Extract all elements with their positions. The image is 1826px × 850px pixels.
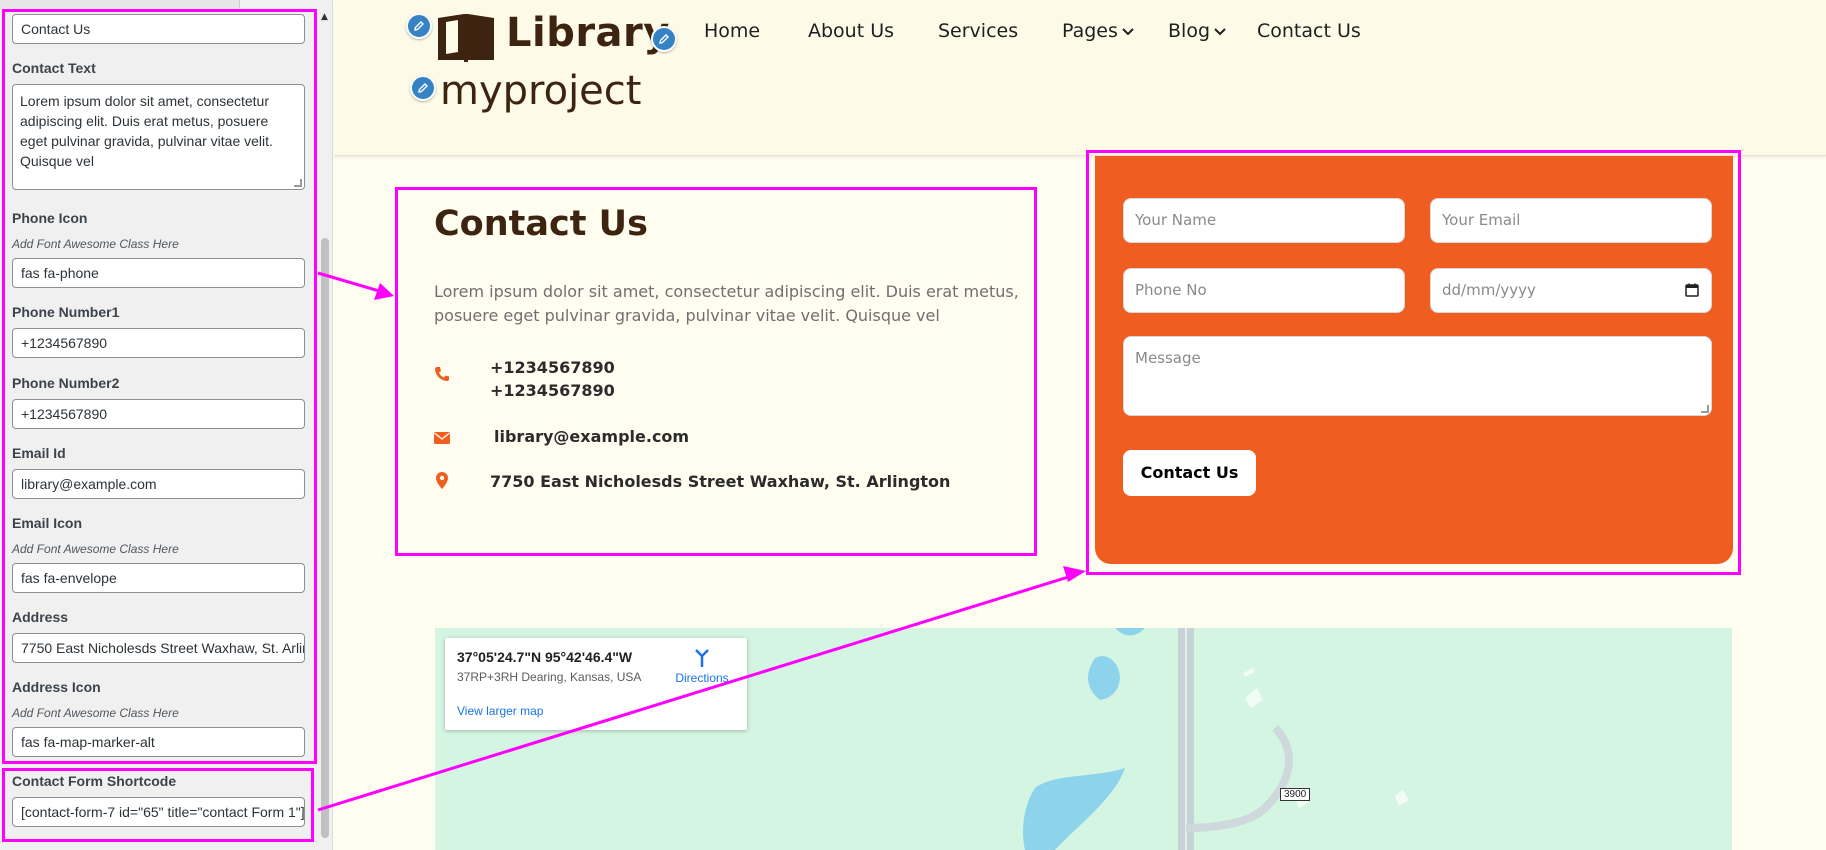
directions-button[interactable]: Directions — [667, 648, 737, 685]
contact-info-section: Contact Us Lorem ipsum dolor sit amet, c… — [396, 190, 1036, 556]
address-input[interactable]: 7750 East Nicholesds Street Waxhaw, St. … — [12, 633, 305, 663]
scroll-up-arrow-icon[interactable]: ▲ — [321, 12, 328, 22]
email-icon-input[interactable]: fas fa-envelope — [12, 563, 305, 593]
name-input[interactable]: Your Name — [1123, 198, 1405, 243]
customizer-panel: Contact Us Contact Text Lorem ipsum dolo… — [0, 0, 333, 850]
directions-icon — [695, 649, 709, 667]
date-input[interactable]: dd/mm/yyyy — [1430, 268, 1712, 313]
address-icon-label: Address Icon — [12, 679, 101, 695]
date-placeholder: dd/mm/yyyy — [1442, 281, 1536, 299]
directions-label: Directions — [675, 671, 729, 685]
chevron-down-icon — [1214, 27, 1226, 35]
contact-text-value: Lorem ipsum dolor sit amet, consectetur … — [20, 93, 273, 169]
contact-title: Contact Us — [434, 204, 648, 244]
phone-input[interactable]: Phone No — [1123, 268, 1405, 313]
shortcode-input[interactable]: [contact-form-7 id="65" title="contact F… — [12, 797, 305, 827]
phone-icon-input[interactable]: fas fa-phone — [12, 258, 305, 288]
nav-blog-label: Blog — [1168, 20, 1210, 42]
shortcode-label: Contact Form Shortcode — [12, 773, 177, 789]
address-icon-help: Add Font Awesome Class Here — [12, 706, 179, 720]
email-input[interactable]: library@example.com — [12, 469, 305, 499]
contact-title-input[interactable]: Contact Us — [12, 14, 305, 44]
panel-top-strip — [0, 0, 240, 8]
resize-handle[interactable] — [294, 179, 302, 187]
phone-icon-label: Phone Icon — [12, 210, 88, 226]
address-icon-input[interactable]: fas fa-map-marker-alt — [12, 727, 305, 757]
nav-about-us[interactable]: About Us — [808, 20, 894, 42]
nav-home[interactable]: Home — [704, 20, 760, 42]
contact-form: Your Name Your Email Phone No dd/mm/yyyy… — [1095, 156, 1733, 564]
nav-services[interactable]: Services — [938, 20, 1018, 42]
address-label: Address — [12, 609, 69, 625]
contact-text-label: Contact Text — [12, 60, 96, 76]
map-marker-icon — [436, 472, 448, 489]
site-header: Library myproject Home About Us Services… — [334, 0, 1826, 156]
contact-text: Lorem ipsum dolor sit amet, consectetur … — [434, 282, 1019, 325]
chevron-down-icon — [1122, 27, 1134, 35]
pencil-icon[interactable] — [406, 13, 432, 39]
message-placeholder: Message — [1135, 349, 1201, 367]
email-icon-help: Add Font Awesome Class Here — [12, 542, 179, 556]
map-address: 37RP+3RH Dearing, Kansas, USA — [457, 670, 642, 684]
address-value: 7750 East Nicholesds Street Waxhaw, St. … — [490, 472, 951, 491]
scroll-thumb[interactable] — [321, 238, 329, 838]
pencil-icon[interactable] — [651, 26, 677, 52]
map-embed[interactable]: 3900 37°05'24.7"N 95°42'46.4"W 37RP+3RH … — [435, 628, 1732, 850]
map-coordinates: 37°05'24.7"N 95°42'46.4"W — [457, 649, 633, 665]
phone-number-1[interactable]: +1234567890 — [490, 358, 615, 377]
email-label: Email Id — [12, 445, 66, 461]
panel-scrollbar[interactable]: ▲ — [318, 0, 332, 850]
site-tagline: myproject — [440, 68, 642, 114]
nav-contact-us[interactable]: Contact Us — [1257, 20, 1361, 42]
phone2-input[interactable]: +1234567890 — [12, 399, 305, 429]
view-larger-map-link[interactable]: View larger map — [457, 704, 543, 718]
phone-icon — [435, 367, 449, 381]
calendar-icon[interactable] — [1685, 283, 1699, 297]
nav-blog[interactable]: Blog — [1168, 20, 1226, 42]
map-info-card: 37°05'24.7"N 95°42'46.4"W 37RP+3RH Deari… — [445, 638, 747, 730]
phone-number-2[interactable]: +1234567890 — [490, 381, 615, 400]
phone-icon-help: Add Font Awesome Class Here — [12, 237, 179, 251]
message-textarea[interactable]: Message — [1123, 336, 1712, 416]
email-input-field[interactable]: Your Email — [1430, 198, 1712, 243]
book-icon — [438, 14, 494, 62]
phone1-input[interactable]: +1234567890 — [12, 328, 305, 358]
contact-submit-button[interactable]: Contact Us — [1123, 450, 1256, 496]
nav-pages-label: Pages — [1062, 20, 1118, 42]
pencil-icon[interactable] — [410, 75, 436, 101]
email-icon-label: Email Icon — [12, 515, 83, 531]
phone1-label: Phone Number1 — [12, 304, 120, 320]
contact-text-textarea[interactable]: Lorem ipsum dolor sit amet, consectetur … — [12, 84, 305, 190]
resize-handle[interactable] — [1701, 405, 1709, 413]
email-value[interactable]: library@example.com — [494, 427, 689, 446]
logo-text[interactable]: Library — [506, 10, 670, 56]
phone2-label: Phone Number2 — [12, 375, 120, 391]
envelope-icon — [434, 432, 450, 444]
nav-pages[interactable]: Pages — [1062, 20, 1134, 42]
road-number-label: 3900 — [1280, 788, 1311, 801]
site-preview: Library myproject Home About Us Services… — [334, 0, 1826, 850]
